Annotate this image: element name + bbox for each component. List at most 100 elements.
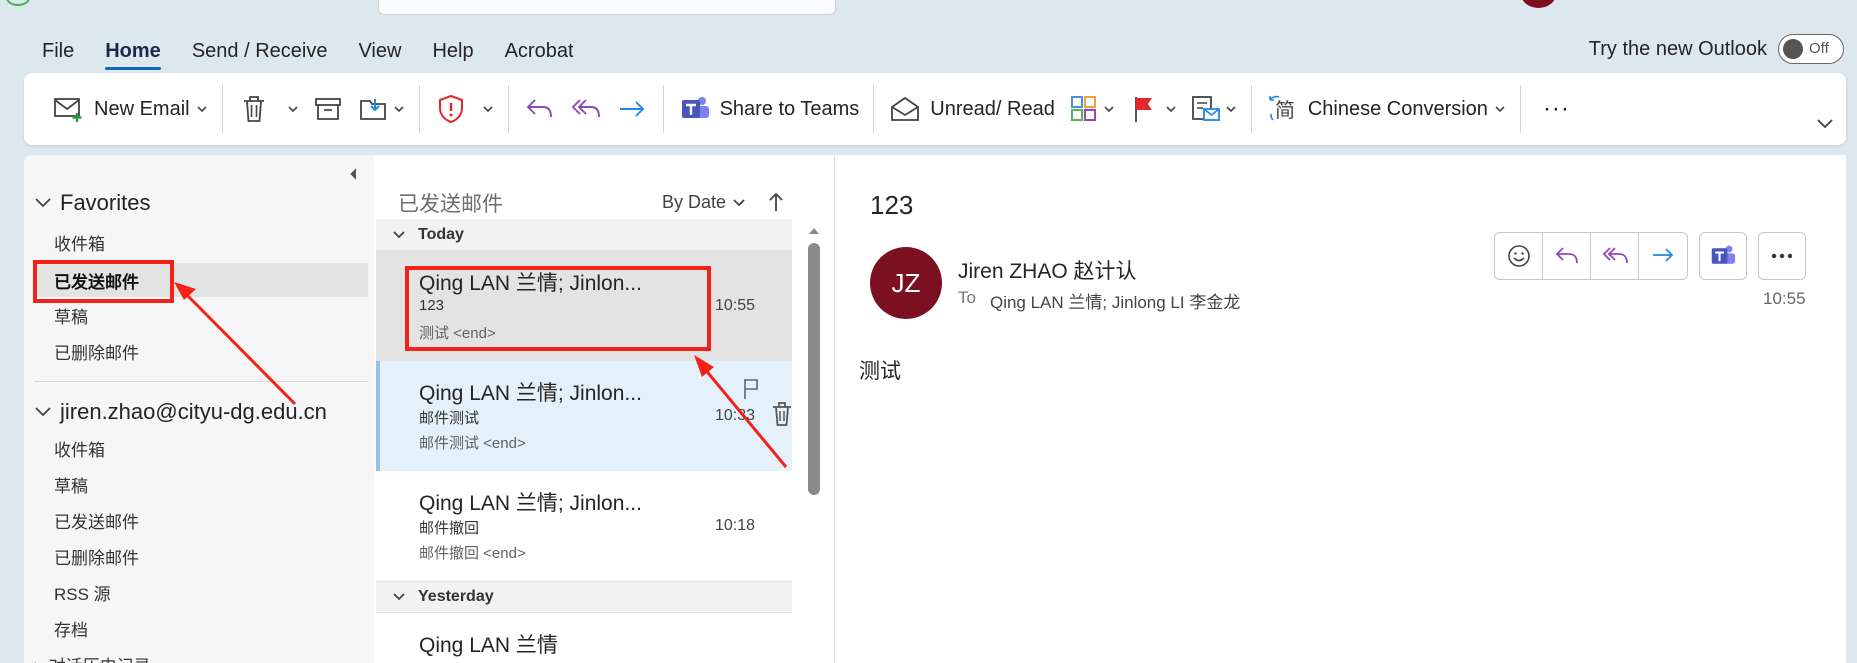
archive-icon: [311, 92, 345, 126]
teams-chat-button[interactable]: [1699, 232, 1747, 280]
tab-acrobat[interactable]: Acrobat: [505, 40, 574, 63]
account-header[interactable]: jiren.zhao@cityu-dg.edu.cn: [34, 399, 327, 425]
list-folder-title: 已发送邮件: [398, 193, 503, 216]
report-button[interactable]: [428, 83, 500, 135]
chevron-down-icon: [733, 198, 745, 206]
more-icon: [1771, 253, 1793, 259]
toggle-knob: [1783, 39, 1803, 59]
recipients[interactable]: Qing LAN 兰情; Jinlong LI 李金龙: [990, 288, 1240, 313]
sort-by-date-button[interactable]: By Date: [662, 192, 746, 213]
chevron-down-icon[interactable]: [1103, 103, 1115, 115]
message-item[interactable]: Qing LAN 兰情; Jinlon... 邮件撤回 邮件撤回 <end> 1…: [376, 471, 792, 581]
chevron-down-icon[interactable]: [393, 103, 405, 115]
follow-up-button[interactable]: [1121, 83, 1183, 135]
chevron-down-icon[interactable]: [1494, 103, 1506, 115]
rules-button[interactable]: [1183, 83, 1243, 135]
sender-avatar[interactable]: JZ: [870, 247, 942, 319]
group-header-yesterday[interactable]: Yesterday: [376, 581, 792, 613]
move-button[interactable]: [351, 83, 411, 135]
reply-all-icon: [1602, 247, 1628, 264]
tab-help[interactable]: Help: [432, 40, 473, 63]
sort-label: By Date: [662, 192, 727, 212]
folder-archive[interactable]: 存档: [54, 611, 364, 645]
new-email-button[interactable]: New Email: [46, 83, 214, 135]
tab-send-receive[interactable]: Send / Receive: [192, 40, 328, 63]
try-new-outlook-label: Try the new Outlook: [1588, 38, 1767, 60]
email-time: 10:55: [1763, 289, 1806, 308]
email-body: 测试: [859, 360, 901, 383]
chinese-conversion-button[interactable]: 简 Chinese Conversion: [1260, 83, 1512, 135]
folder-sent-items[interactable]: 已发送邮件: [54, 503, 364, 537]
flag-icon[interactable]: [741, 377, 761, 401]
folder-inbox[interactable]: 收件箱: [54, 431, 364, 465]
svg-text:简: 简: [1275, 98, 1295, 122]
envelope-open-icon: [888, 92, 922, 126]
share-to-teams-label: Share to Teams: [719, 97, 860, 120]
reply-button[interactable]: [517, 83, 563, 135]
message-subject: 邮件测试: [419, 410, 480, 427]
message-item[interactable]: Qing LAN 兰情: [376, 613, 792, 663]
message-from: Qing LAN 兰情: [419, 634, 558, 657]
group-label: Yesterday: [418, 588, 494, 605]
share-to-teams-button[interactable]: Share to Teams: [672, 83, 866, 135]
forward-button[interactable]: [1639, 233, 1687, 279]
reply-icon: [523, 92, 557, 126]
message-item[interactable]: Qing LAN 兰情; Jinlon... 邮件测试 邮件测试 <end> 1…: [376, 361, 792, 471]
new-outlook-toggle[interactable]: Off: [1778, 34, 1844, 64]
scrollbar-thumb[interactable]: [808, 243, 820, 495]
folder-deleted[interactable]: 已删除邮件: [54, 539, 364, 573]
divider: [221, 85, 223, 133]
chevron-down-icon: [393, 593, 405, 601]
archive-button[interactable]: [305, 83, 351, 135]
annotation-box-sent-folder: [33, 260, 174, 303]
collapse-pane-icon[interactable]: [345, 165, 363, 183]
tab-home[interactable]: Home: [105, 40, 161, 70]
tab-file[interactable]: File: [42, 40, 74, 63]
chevron-down-icon[interactable]: [1225, 103, 1237, 115]
profile-avatar[interactable]: [1521, 0, 1556, 8]
reply-icon: [1555, 247, 1578, 264]
email-subject: 123: [870, 190, 914, 220]
forward-button[interactable]: [609, 83, 655, 135]
chevron-down-icon: [393, 230, 405, 238]
reading-pane: [834, 155, 1846, 663]
reply-all-button[interactable]: [563, 83, 609, 135]
sender-name[interactable]: Jiren ZHAO 赵计认: [958, 255, 1137, 285]
divider: [662, 85, 664, 133]
chevron-down-icon[interactable]: [1165, 103, 1177, 115]
message-from: Qing LAN 兰情; Jinlon...: [419, 382, 642, 405]
reply-all-icon: [569, 92, 603, 126]
folder-drafts[interactable]: 草稿: [54, 467, 364, 501]
tab-view[interactable]: View: [358, 40, 401, 63]
favorites-header[interactable]: Favorites: [34, 190, 150, 216]
sort-direction-icon[interactable]: [766, 190, 786, 214]
ribbon-expand-icon[interactable]: [1815, 117, 1835, 131]
favorite-deleted[interactable]: 已删除邮件: [54, 334, 364, 368]
more-options-label: ···: [1542, 95, 1570, 122]
folder-conversation-history[interactable]: › 对话历史记录: [34, 647, 344, 663]
group-header-today[interactable]: Today: [376, 219, 792, 251]
favorite-drafts[interactable]: 草稿: [54, 298, 364, 332]
more-options-button[interactable]: ···: [1529, 83, 1576, 135]
folder-divider: [34, 381, 368, 382]
folder-rss[interactable]: RSS 源: [54, 575, 364, 609]
favorite-inbox[interactable]: 收件箱: [54, 225, 364, 259]
delete-button[interactable]: [231, 83, 305, 135]
categorize-button[interactable]: [1061, 83, 1121, 135]
more-actions-button[interactable]: [1758, 232, 1806, 280]
unread-read-button[interactable]: Unread/ Read: [882, 83, 1061, 135]
search-box[interactable]: [378, 0, 836, 15]
trash-icon[interactable]: [771, 401, 793, 427]
reply-all-button[interactable]: [1591, 233, 1639, 279]
message-subject: 邮件撤回: [419, 520, 480, 537]
chevron-down-icon[interactable]: [482, 103, 494, 115]
teams-icon: [1711, 245, 1736, 264]
chevron-down-icon[interactable]: [196, 103, 208, 115]
react-button[interactable]: [1495, 233, 1543, 279]
divider: [1250, 85, 1252, 133]
categorize-icon: [1067, 92, 1101, 126]
forward-icon: [1653, 248, 1674, 262]
reply-button[interactable]: [1543, 233, 1591, 279]
chevron-down-icon[interactable]: [287, 103, 299, 115]
unread-read-label: Unread/ Read: [930, 97, 1055, 120]
